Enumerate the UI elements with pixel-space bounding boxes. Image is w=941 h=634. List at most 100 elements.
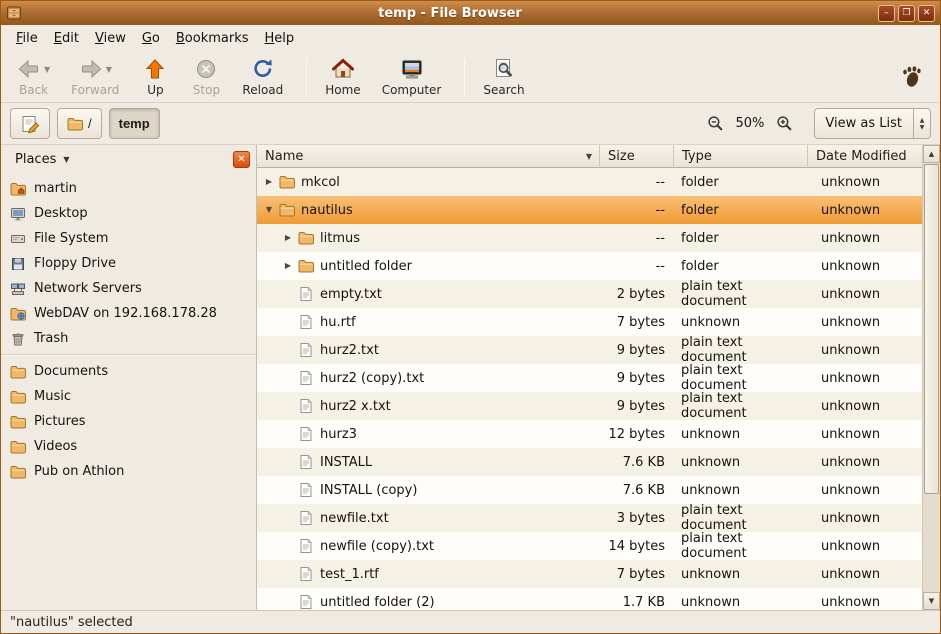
sidebar-item-floppy-drive[interactable]: Floppy Drive (1, 251, 256, 276)
file-row-hurz2-x-txt[interactable]: hurz2 x.txt9 bytesplain text documentunk… (257, 392, 922, 420)
toolbar-search-button[interactable]: Search (475, 52, 532, 101)
column-header-type[interactable]: Type (674, 145, 808, 168)
sidebar-item-label: WebDAV on 192.168.178.28 (34, 306, 217, 321)
toolbar-computer-button[interactable]: Computer (374, 52, 450, 101)
toolbar-button-label: Reload (242, 83, 283, 97)
name-cell: INSTALL (257, 448, 600, 476)
sidebar-item-trash[interactable]: Trash (1, 326, 256, 351)
expand-expander-icon[interactable]: ▶ (261, 168, 277, 196)
file-name: newfile (copy).txt (320, 539, 434, 554)
menu-item-edit[interactable]: Edit (46, 28, 87, 49)
menu-item-file[interactable]: File (8, 28, 46, 49)
toolbar-reload-button[interactable]: Reload (234, 52, 291, 101)
toolbar-home-button[interactable]: Home (317, 52, 368, 101)
desktop-icon (10, 206, 26, 222)
zoom-out-button[interactable] (705, 112, 727, 136)
file-list-body: ▶mkcol--folderunknown▼nautilus--folderun… (257, 168, 922, 610)
file-row-mkcol[interactable]: ▶mkcol--folderunknown (257, 168, 922, 196)
scrollbar-track[interactable] (923, 163, 940, 592)
sidebar-item-file-system[interactable]: File System (1, 226, 256, 251)
sidebar-header: Places ▼ ✕ (1, 145, 256, 173)
text-file-icon (298, 566, 314, 582)
file-row-litmus[interactable]: ▶litmus--folderunknown (257, 224, 922, 252)
expand-expander-icon[interactable]: ▶ (280, 252, 296, 280)
text-file-icon (298, 426, 314, 442)
close-button[interactable]: ✕ (918, 5, 935, 22)
dropdown-arrow-icon[interactable]: ▼ (44, 65, 50, 74)
toolbar-forward-button[interactable]: ▼ Forward (63, 52, 127, 101)
scrollbar-thumb[interactable] (924, 164, 939, 494)
view-mode-select[interactable]: View as List ▲▼ (814, 108, 931, 139)
file-browser-window: temp - File Browser –❐✕ FileEditViewGoBo… (0, 0, 941, 634)
sidebar-item-network-servers[interactable]: Network Servers (1, 276, 256, 301)
file-row-install[interactable]: INSTALL7.6 KBunknownunknown (257, 448, 922, 476)
vertical-scrollbar[interactable]: ▲ ▼ (922, 145, 940, 610)
folder-icon (10, 364, 26, 380)
collapse-expander-icon[interactable]: ▼ (261, 196, 277, 224)
combo-arrows-icon[interactable]: ▲▼ (913, 109, 930, 138)
sidebar-item-pictures[interactable]: Pictures (1, 409, 256, 434)
type-cell: plain text document (674, 364, 808, 392)
sidebar-item-martin[interactable]: martin (1, 176, 256, 201)
home-folder-icon (10, 181, 26, 197)
menubar: FileEditViewGoBookmarksHelp (1, 25, 940, 51)
name-cell: hurz2 (copy).txt (257, 364, 600, 392)
floppy-icon (10, 256, 26, 272)
network-icon (10, 281, 26, 297)
dropdown-arrow-icon[interactable]: ▼ (106, 65, 112, 74)
name-cell: hurz2 x.txt (257, 392, 600, 420)
modified-cell: unknown (808, 476, 922, 504)
toolbar-back-button[interactable]: ▼Back (9, 52, 58, 101)
toolbar-up-button[interactable]: Up (132, 52, 178, 101)
path-root-label: / (88, 116, 92, 131)
file-row-test-1-rtf[interactable]: test_1.rtf7 bytesunknownunknown (257, 560, 922, 588)
file-row-empty-txt[interactable]: empty.txt2 bytesplain text documentunkno… (257, 280, 922, 308)
folder-icon (67, 116, 83, 132)
size-cell: 7 bytes (600, 308, 674, 336)
zoom-in-button[interactable] (773, 112, 795, 136)
sidebar-item-music[interactable]: Music (1, 384, 256, 409)
expand-expander-icon[interactable]: ▶ (280, 224, 296, 252)
size-cell: 9 bytes (600, 364, 674, 392)
places-selector[interactable]: Places ▼ (7, 149, 78, 170)
titlebar[interactable]: temp - File Browser –❐✕ (1, 1, 940, 25)
size-cell: -- (600, 168, 674, 196)
toolbar-icon-row (194, 56, 218, 82)
folder-icon (298, 230, 314, 246)
minimize-button[interactable]: – (878, 5, 895, 22)
sidebar-item-videos[interactable]: Videos (1, 434, 256, 459)
file-row-untitled-folder-2[interactable]: untitled folder (2)1.7 KBunknownunknown (257, 588, 922, 610)
file-row-hurz3[interactable]: hurz312 bytesunknownunknown (257, 420, 922, 448)
toolbar-separator (306, 58, 307, 95)
column-header-size[interactable]: Size (600, 145, 674, 168)
edit-location-button[interactable] (10, 108, 50, 139)
scroll-down-button[interactable]: ▼ (923, 592, 940, 610)
file-row-hu-rtf[interactable]: hu.rtf7 bytesunknownunknown (257, 308, 922, 336)
column-header-modified[interactable]: Date Modified (808, 145, 922, 168)
file-row-newfile-copy-txt[interactable]: newfile (copy).txt14 bytesplain text doc… (257, 532, 922, 560)
toolbar-stop-button[interactable]: Stop (183, 52, 229, 101)
sidebar-item-documents[interactable]: Documents (1, 359, 256, 384)
menu-item-go[interactable]: Go (134, 28, 168, 49)
file-row-untitled-folder[interactable]: ▶untitled folder--folderunknown (257, 252, 922, 280)
menu-item-view[interactable]: View (87, 28, 134, 49)
sidebar-item-webdav-on-192-168-178-28[interactable]: WebDAV on 192.168.178.28 (1, 301, 256, 326)
text-file-icon (298, 538, 314, 554)
sidebar-item-pub-on-athlon[interactable]: Pub on Athlon (1, 459, 256, 484)
file-row-hurz2-copy-txt[interactable]: hurz2 (copy).txt9 bytesplain text docume… (257, 364, 922, 392)
sidebar-item-desktop[interactable]: Desktop (1, 201, 256, 226)
file-row-hurz2-txt[interactable]: hurz2.txt9 bytesplain text documentunkno… (257, 336, 922, 364)
path-root-button[interactable]: / (57, 108, 102, 139)
file-row-newfile-txt[interactable]: newfile.txt3 bytesplain text documentunk… (257, 504, 922, 532)
path-current-button[interactable]: temp (109, 108, 160, 139)
menu-item-help[interactable]: Help (257, 28, 303, 49)
toolbar-button-label: Forward (71, 83, 119, 97)
file-name: test_1.rtf (320, 567, 379, 582)
menu-item-bookmarks[interactable]: Bookmarks (168, 28, 257, 49)
file-row-install-copy[interactable]: INSTALL (copy)7.6 KBunknownunknown (257, 476, 922, 504)
close-sidebar-button[interactable]: ✕ (233, 151, 250, 168)
maximize-button[interactable]: ❐ (898, 5, 915, 22)
file-row-nautilus[interactable]: ▼nautilus--folderunknown (257, 196, 922, 224)
column-header-name[interactable]: Name▼ (257, 145, 600, 168)
scroll-up-button[interactable]: ▲ (923, 145, 940, 163)
